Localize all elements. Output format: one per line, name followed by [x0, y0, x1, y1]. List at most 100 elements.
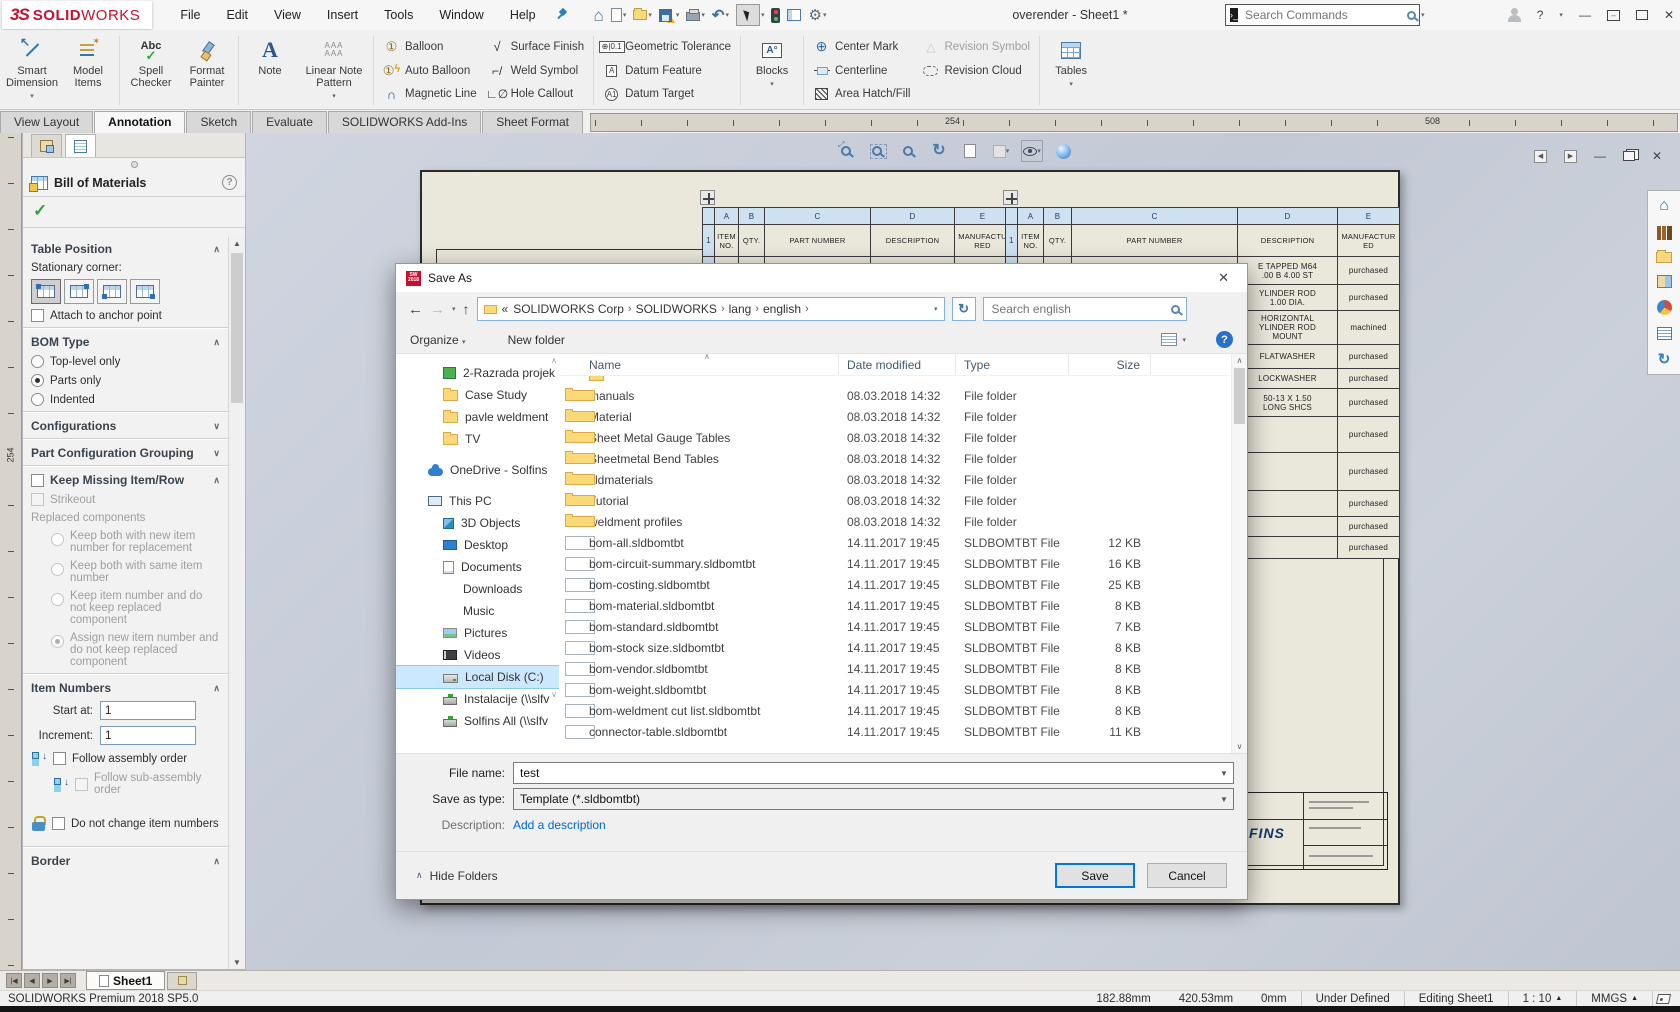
balloon-button[interactable]: ①Balloon	[383, 35, 477, 59]
menu-item[interactable]: View	[274, 8, 301, 22]
blocks-button[interactable]: A° Blocks▾	[744, 32, 800, 109]
list-scrollbar[interactable]: ∧ ∨	[1231, 354, 1247, 753]
pin-menu-icon[interactable]	[554, 8, 568, 22]
bom-type-parts-only[interactable]: Parts only	[23, 371, 228, 390]
minimize-button[interactable]: —	[1579, 8, 1591, 22]
close-button[interactable]: ✕	[1664, 8, 1674, 22]
tables-button[interactable]: Tables▾	[1043, 32, 1099, 109]
file-row[interactable]: bom-material.sldbomtbt 14.11.2017 19:45 …	[559, 595, 1231, 616]
note-button[interactable]: A Note	[242, 32, 298, 109]
panel-resize-handle[interactable]	[23, 158, 245, 170]
tree-item[interactable]: This PC	[396, 490, 559, 512]
breadcrumb-segment[interactable]: SOLIDWORKS›	[636, 302, 729, 316]
tree-item[interactable]: Desktop	[396, 534, 559, 556]
attach-anchor-row[interactable]: Attach to anchor point	[23, 306, 228, 325]
save-button-qat[interactable]: ▾	[659, 8, 680, 23]
refresh-button[interactable]: ↻	[952, 297, 976, 321]
file-name-dropdown-icon[interactable]: ▼	[1215, 763, 1233, 783]
panel-scrollbar[interactable]: ▲ ▼	[228, 237, 245, 969]
keep-missing-checkbox[interactable]	[31, 474, 44, 487]
hole-callout-button[interactable]: ∟∅Hole Callout	[489, 82, 585, 106]
section-border[interactable]: Border∧	[23, 849, 228, 871]
dialog-help-icon[interactable]: ?	[1216, 331, 1233, 348]
menu-item[interactable]: Insert	[327, 8, 358, 22]
add-sheet-button[interactable]	[167, 972, 197, 990]
dialog-search-box[interactable]	[983, 297, 1187, 321]
file-row[interactable]: bom-stock size.sldbomtbt 14.11.2017 19:4…	[559, 637, 1231, 658]
menu-item[interactable]: Tools	[384, 8, 413, 22]
help-button[interactable]: ?	[1537, 8, 1544, 22]
new-document-button[interactable]: ▾	[611, 8, 627, 22]
section-part-config-grouping[interactable]: Part Configuration Grouping∨	[23, 441, 228, 463]
tree-item[interactable]: pavle weldment	[396, 406, 559, 428]
tree-item[interactable]: 2-Razrada projek	[396, 362, 559, 384]
centerline-button[interactable]: Centerline	[813, 59, 910, 83]
datum-target-button[interactable]: A1Datum Target	[603, 82, 731, 106]
nav-history-dropdown-icon[interactable]: ▾	[452, 305, 456, 313]
breadcrumb-segment[interactable]: lang›	[729, 302, 763, 316]
file-row[interactable]: bom-weight.sldbomtbt 14.11.2017 19:45 SL…	[559, 679, 1231, 700]
geometric-tolerance-button[interactable]: ⊕|0.1Geometric Tolerance	[603, 35, 731, 59]
view-mode-icon[interactable]	[1161, 333, 1177, 346]
dialog-close-icon[interactable]: ✕	[1210, 270, 1237, 286]
zoom-previous-button[interactable]	[897, 140, 919, 162]
radio-top-level[interactable]	[31, 355, 44, 368]
select-tool-button[interactable]: ▾	[736, 4, 765, 26]
next-sheet-icon[interactable]: ▶	[1564, 150, 1577, 163]
prev-sheet-button[interactable]: ◀	[24, 973, 40, 988]
weld-symbol-button[interactable]: ⌐/Weld Symbol	[489, 59, 585, 83]
revision-cloud-button[interactable]: Revision Cloud	[922, 59, 1030, 83]
save-button[interactable]: Save	[1055, 863, 1135, 888]
open-button[interactable]: ▾	[633, 10, 652, 20]
file-row[interactable]: Material 08.03.2018 14:32 File folder	[559, 406, 1231, 427]
hide-folders-button[interactable]: ∧ Hide Folders	[416, 869, 498, 883]
follow-assembly-row[interactable]: Follow assembly order	[23, 748, 228, 769]
tree-scroll-down-icon[interactable]: ∨	[551, 690, 557, 699]
table-move-handle-icon[interactable]	[700, 190, 715, 205]
tree-item[interactable]: Music	[396, 600, 559, 622]
file-row[interactable]: bom-weldment cut list.sldbomtbt 14.11.20…	[559, 700, 1231, 721]
do-not-change-checkbox[interactable]	[52, 817, 65, 830]
command-search-box[interactable]: ›_ ▾	[1225, 4, 1420, 26]
column-type[interactable]: Type	[956, 354, 1069, 375]
file-row[interactable]: manuals 08.03.2018 14:32 File folder	[559, 385, 1231, 406]
section-item-numbers[interactable]: Item Numbers∧	[23, 676, 228, 698]
spell-checker-button[interactable]: Abc✓ Spell Checker	[123, 32, 179, 109]
tree-item[interactable]: 3D Objects	[396, 512, 559, 534]
area-hatch-button[interactable]: Area Hatch/Fill	[813, 82, 910, 106]
save-as-type-combo[interactable]: Template (*.sldbomtbt) ▼	[513, 788, 1234, 810]
doc-restore-button[interactable]	[1623, 151, 1635, 161]
taskpane-home-icon[interactable]: ⌂	[1659, 198, 1669, 214]
next-sheet-button[interactable]: ▶	[42, 973, 58, 988]
magnetic-line-button[interactable]: ∩Magnetic Line	[383, 82, 477, 106]
column-size[interactable]: Size	[1069, 354, 1151, 375]
tree-item[interactable]: Instalacije (\\slfv	[396, 688, 559, 710]
save-as-type-dropdown-icon[interactable]: ▼	[1215, 789, 1233, 809]
view-settings-button[interactable]	[771, 8, 780, 23]
section-keep-missing[interactable]: Keep Missing Item/Row∧	[23, 468, 228, 490]
display-style-button[interactable]: ▾	[990, 140, 1012, 162]
feature-manager-tab[interactable]	[31, 134, 62, 157]
doc-minimize-button[interactable]: —	[1594, 149, 1606, 163]
menu-item[interactable]: Window	[439, 8, 483, 22]
menu-item[interactable]: Edit	[226, 8, 248, 22]
file-row[interactable]: bom-all.sldbomtbt 14.11.2017 19:45 SLDBO…	[559, 532, 1231, 553]
linear-note-pattern-button[interactable]: AAAAAA Linear Note Pattern▾	[298, 32, 370, 109]
menu-item[interactable]: Help	[510, 8, 536, 22]
ok-check-icon[interactable]: ✓	[33, 201, 47, 220]
surface-finish-button[interactable]: √Surface Finish	[489, 35, 585, 59]
tree-item[interactable]: Case Study	[396, 384, 559, 406]
smart-dimension-button[interactable]: Smart Dimension▾	[4, 32, 60, 109]
radio-parts-only[interactable]	[31, 374, 44, 387]
menu-item[interactable]: File	[180, 8, 200, 22]
tree-item[interactable]: Downloads	[396, 578, 559, 600]
breadcrumb-segment[interactable]: english›	[763, 302, 813, 316]
file-row[interactable]: Sheet Metal Gauge Tables 08.03.2018 14:3…	[559, 427, 1231, 448]
tree-item[interactable]: Documents	[396, 556, 559, 578]
corner-bottom-right-button[interactable]	[130, 279, 160, 304]
bom-type-indented[interactable]: Indented	[23, 390, 228, 409]
ribbon-tab[interactable]: Sketch	[186, 111, 251, 133]
dialog-search-input[interactable]	[990, 301, 1167, 317]
tree-item[interactable]: OneDrive - Solfins	[396, 459, 559, 481]
add-description-link[interactable]: Add a description	[513, 818, 606, 832]
